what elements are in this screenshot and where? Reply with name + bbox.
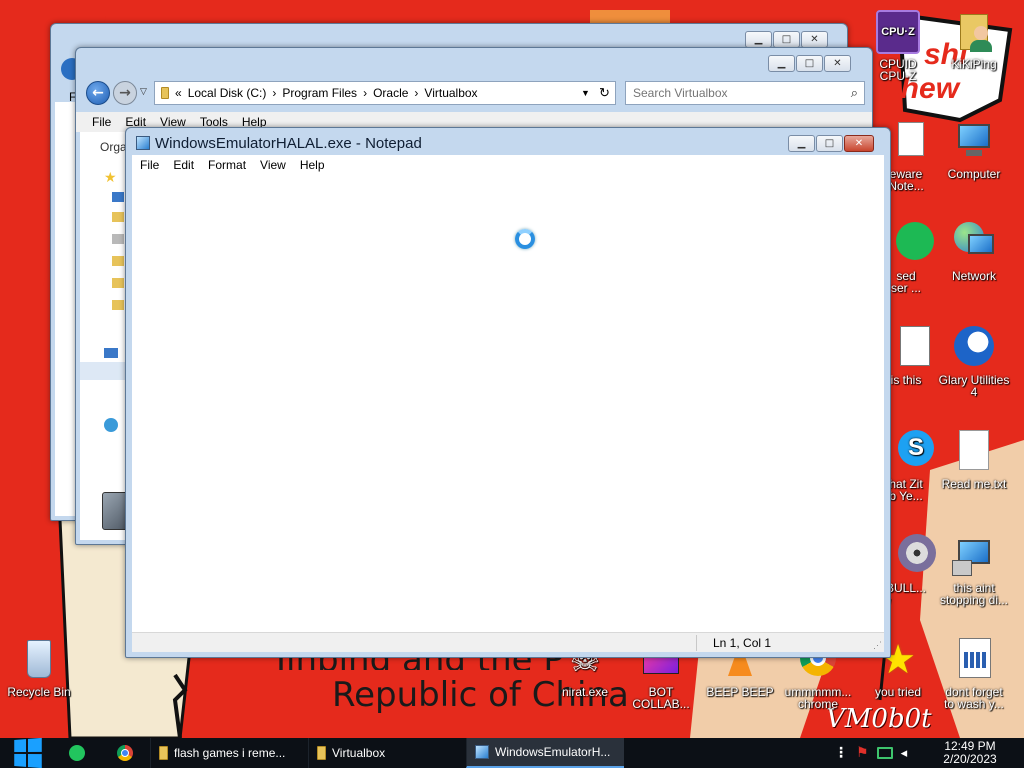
- notepad-menu-bar: File Edit Format View Help: [132, 155, 884, 175]
- network-nav-icon[interactable]: [104, 418, 118, 432]
- desktop-icon-kikiping[interactable]: KiKiPing: [936, 10, 1012, 70]
- volume-icon[interactable]: ◂: [901, 746, 908, 761]
- taskbar-task-notepad[interactable]: WindowsEmulatorH...: [466, 738, 624, 768]
- breadcrumb-separator: ›: [414, 86, 419, 100]
- text-file-icon: [952, 430, 996, 474]
- recent-pages-button[interactable]: ▽: [140, 86, 147, 97]
- search-input[interactable]: [633, 86, 833, 100]
- notepad-window[interactable]: WindowsEmulatorHALAL.exe - Notepad ▁ □ ✕…: [125, 127, 891, 658]
- recycle-bin-icon: [17, 638, 61, 682]
- task-label: flash games i reme...: [174, 746, 286, 760]
- nav-selected-row[interactable]: [80, 362, 128, 380]
- nav-folder-icon[interactable]: [112, 212, 124, 222]
- taskbar-pinned-app[interactable]: [54, 738, 100, 768]
- system-tray: ⋮ ⚑ ◂: [834, 738, 907, 768]
- nav-folder-icon[interactable]: [112, 234, 124, 244]
- notepad-title-icon: [136, 136, 150, 150]
- refresh-icon[interactable]: ↻: [599, 85, 610, 101]
- forward-button[interactable]: →: [113, 81, 137, 105]
- windows-logo-icon: [14, 737, 42, 768]
- nav-folder-icon[interactable]: [112, 278, 124, 288]
- organize-button[interactable]: Orga: [100, 140, 127, 154]
- menu-file[interactable]: File: [140, 158, 159, 172]
- start-button[interactable]: [0, 737, 54, 768]
- calendar-doc-icon: [952, 638, 996, 682]
- minimize-button[interactable]: ▁: [788, 135, 815, 152]
- action-center-flag-icon[interactable]: ⚑: [856, 745, 869, 761]
- minimize-button[interactable]: ▁: [768, 55, 795, 72]
- notepad-text-area[interactable]: [132, 175, 884, 632]
- taskbar-task-virtualbox[interactable]: Virtualbox: [308, 738, 466, 768]
- chrome-icon: [117, 745, 133, 761]
- desktop-icon-glary[interactable]: Glary Utilities 4: [936, 326, 1012, 398]
- breadcrumb-program-files[interactable]: Program Files: [282, 86, 357, 100]
- network-icon: [952, 222, 996, 266]
- taskbar: flash games i reme... Virtualbox Windows…: [0, 737, 1024, 768]
- address-bar[interactable]: « Local Disk (C:) › Program Files › Oracle…: [154, 81, 616, 105]
- desktop-icon-readme[interactable]: Read me.txt: [936, 430, 1012, 490]
- window-title: WindowsEmulatorHALAL.exe - Notepad: [155, 135, 422, 152]
- menu-help[interactable]: Help: [300, 158, 325, 172]
- favorites-star-icon[interactable]: ★: [104, 170, 117, 186]
- close-button[interactable]: ✕: [844, 135, 874, 152]
- explorer-back-caption-buttons: ▁ □ ✕: [745, 31, 828, 48]
- maximize-button[interactable]: □: [773, 31, 800, 48]
- resize-grip-icon[interactable]: ⋰: [873, 640, 882, 651]
- chat-app-icon: [69, 745, 85, 761]
- network-status-icon[interactable]: [876, 747, 893, 759]
- close-button[interactable]: ✕: [824, 55, 851, 72]
- maximize-button[interactable]: □: [816, 135, 843, 152]
- close-button[interactable]: ✕: [801, 31, 828, 48]
- breadcrumb-overflow[interactable]: «: [175, 86, 182, 100]
- clock-date: 2/20/2023: [943, 752, 997, 766]
- folder-user-icon: [952, 10, 996, 54]
- status-bar: Ln 1, Col 1 ⋰: [132, 632, 884, 652]
- breadcrumb-separator: ›: [272, 86, 277, 100]
- desktop-icon-computer[interactable]: Computer: [936, 120, 1012, 180]
- desktop: shi chew Jinping and the P Republic of C…: [0, 0, 1024, 738]
- folder-icon: [317, 746, 326, 760]
- cursor-position: Ln 1, Col 1: [713, 636, 772, 650]
- computer-nav-icon[interactable]: [104, 348, 118, 358]
- desktop-icon-network[interactable]: Network: [936, 222, 1012, 282]
- notepad-caption-buttons: ▁ □ ✕: [788, 135, 874, 152]
- desktop-icon-installer[interactable]: this aint stopping di...: [936, 534, 1012, 606]
- cpuz-icon: CPU·Z: [876, 10, 920, 54]
- navigation-pane: ★: [80, 162, 128, 540]
- folder-icon: [159, 746, 168, 760]
- glary-icon: [952, 326, 996, 370]
- show-hidden-icons-icon[interactable]: ⋮: [834, 745, 848, 761]
- minimize-button[interactable]: ▁: [745, 31, 772, 48]
- notepad-icon: [475, 745, 489, 759]
- menu-format[interactable]: Format: [208, 158, 246, 172]
- breadcrumb-oracle[interactable]: Oracle: [373, 86, 408, 100]
- installer-icon: [952, 534, 996, 578]
- folder-icon: [161, 87, 169, 99]
- task-label: WindowsEmulatorH...: [495, 745, 611, 759]
- nav-folder-icon[interactable]: [112, 256, 124, 266]
- taskbar-task-flash-games[interactable]: flash games i reme...: [150, 738, 308, 768]
- breadcrumb-virtualbox[interactable]: Virtualbox: [424, 86, 477, 100]
- menu-edit[interactable]: Edit: [173, 158, 194, 172]
- taskbar-pinned-chrome[interactable]: [100, 738, 150, 768]
- task-label: Virtualbox: [332, 746, 386, 760]
- loading-spinner-icon: [515, 229, 535, 249]
- maximize-button[interactable]: □: [796, 55, 823, 72]
- search-icon: ⌕: [850, 85, 858, 101]
- breadcrumb-local-disk[interactable]: Local Disk (C:): [188, 86, 267, 100]
- breadcrumb-separator: ›: [363, 86, 368, 100]
- search-box[interactable]: ⌕: [625, 81, 865, 105]
- menu-file[interactable]: File: [92, 115, 111, 129]
- explorer-caption-buttons: ▁ □ ✕: [768, 55, 851, 72]
- back-button[interactable]: ←: [86, 81, 110, 105]
- nav-folder-icon[interactable]: [112, 192, 124, 202]
- desktop-icon-dontforget[interactable]: dont forget to wash y...: [936, 638, 1012, 710]
- menu-view[interactable]: View: [260, 158, 286, 172]
- status-divider: [696, 635, 697, 651]
- clock[interactable]: 12:49 PM 2/20/2023: [930, 740, 1010, 766]
- computer-icon: [952, 120, 996, 164]
- address-dropdown-icon[interactable]: ▼: [581, 88, 590, 98]
- nav-folder-icon[interactable]: [112, 300, 124, 310]
- desktop-icon-recycle-bin[interactable]: Recycle Bin: [1, 638, 77, 698]
